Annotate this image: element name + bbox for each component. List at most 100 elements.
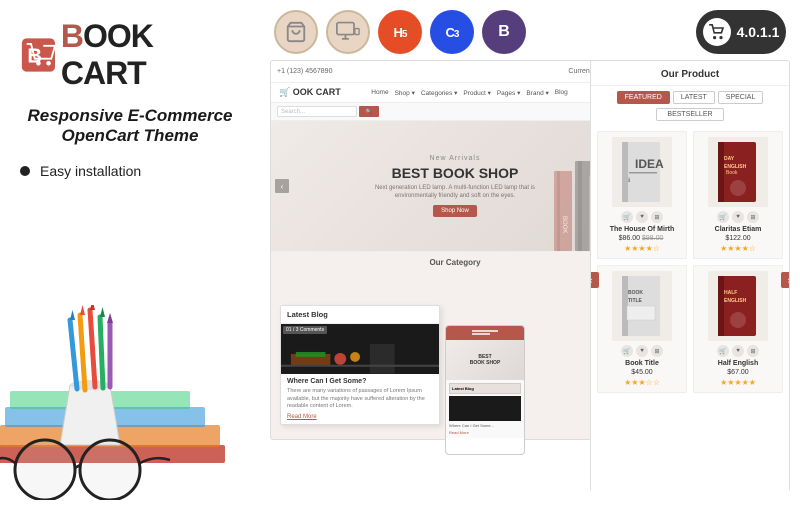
feature-list: Easy installation (20, 163, 240, 185)
tech-icons-row: H5 C3 B (274, 10, 526, 54)
feature-item: Easy installation (20, 163, 240, 179)
css3-tech-icon: C3 (430, 10, 474, 54)
tab-latest[interactable]: LATEST (673, 91, 715, 104)
mobile-blog-img (449, 396, 521, 421)
mobile-hero: BESTBOOK SHOP (446, 340, 524, 380)
mobile-topbar (446, 326, 524, 340)
compare-action-4[interactable]: ⊞ (747, 345, 759, 357)
cart-action-2[interactable]: 🛒 (717, 211, 729, 223)
products-next-arrow[interactable]: › (781, 272, 790, 288)
hero-prev-arrow[interactable]: ‹ (275, 179, 289, 193)
nav-logo: 🛒 OOK CART (279, 87, 341, 98)
svg-text:Book: Book (726, 170, 738, 176)
hero-subtitle: Next generation LED lamp. A multi-functi… (355, 184, 555, 201)
blog-excerpt: There are many variations of passages of… (287, 388, 433, 411)
tab-special[interactable]: SPECIAL (718, 91, 764, 104)
compare-action-2[interactable]: ⊞ (747, 211, 759, 223)
cart-action-3[interactable]: 🛒 (621, 345, 633, 357)
product-stars-4: ★★★★★ (720, 378, 756, 387)
mobile-content: Latest Blog Where Can I Get Some... Read… (446, 380, 524, 438)
search-box: Search... (277, 106, 357, 117)
decorative-image (0, 305, 245, 500)
bootstrap-tech-icon: B (482, 10, 526, 54)
responsive-tech-icon (326, 10, 370, 54)
svg-text:DAY: DAY (724, 156, 735, 162)
tab-featured[interactable]: FEATURED (617, 91, 670, 104)
product-stars-3: ★★★☆☆ (624, 378, 660, 387)
svg-text:TITLE: TITLE (628, 298, 643, 304)
version-cart-icon (703, 18, 731, 46)
product-panel: Our Product FEATURED LATEST SPECIAL BEST… (590, 60, 790, 490)
nav-links: Home Shop ▾ Categories ▾ Product ▾ Pages… (371, 89, 568, 97)
version-badge: 4.0.1.1 (696, 10, 786, 54)
product-price-3: $45.00 (631, 369, 652, 376)
hero-title: BEST BOOK SHOP (392, 165, 519, 181)
product-action-icons-3: 🛒 ♥ ⊞ (621, 345, 663, 357)
product-action-icons-2: 🛒 ♥ ⊞ (717, 211, 759, 223)
hero-section: ‹ New Arrivals BEST BOOK SHOP Next gener… (271, 121, 639, 251)
book-svg-4: HALF ENGLISH (713, 274, 763, 339)
products-prev-arrow[interactable]: ‹ (590, 272, 599, 288)
mobile-blog-excerpt: Where Can I Get Some... (449, 423, 521, 428)
product-stars-1: ★★★★☆ (624, 244, 660, 253)
product-card-3: BOOK TITLE 🛒 ♥ ⊞ Book Title $45 (597, 265, 687, 393)
blog-overlay: Latest Blog 01 (280, 305, 440, 425)
mockup-nav: 🛒 OOK CART Home Shop ▾ Categories ▾ Prod… (271, 83, 639, 103)
compare-action-3[interactable]: ⊞ (651, 345, 663, 357)
blog-counter: 01 / 3 Comments (283, 326, 327, 334)
mobile-hero-text: BESTBOOK SHOP (470, 354, 501, 366)
tab-bestseller[interactable]: BESTSELLER (656, 108, 723, 121)
svg-text:BOOK: BOOK (628, 290, 643, 296)
product-tabs: FEATURED LATEST SPECIAL (591, 86, 789, 104)
tagline: Responsive E-Commerce OpenCart Theme (20, 106, 240, 147)
mockup-topbar: +1 (123) 4567890 Currency - US Dollar (271, 61, 639, 83)
logo-text: BOOK CART (61, 18, 240, 92)
wishlist-action-2[interactable]: ♥ (732, 211, 744, 223)
left-panel: B BOOK CART Responsive E-Commerce OpenCa… (0, 0, 260, 500)
product-card-4: HALF ENGLISH 🛒 ♥ ⊞ Half English (693, 265, 783, 393)
search-button[interactable]: 🔍 (359, 106, 379, 117)
phone-number: +1 (123) 4567890 (277, 68, 332, 75)
html5-tech-icon: H5 (378, 10, 422, 54)
mobile-blog-title: Latest Blog (449, 383, 521, 394)
product-img-1: IDEA ℹ (612, 137, 672, 207)
cart-logo-icon: B (20, 36, 57, 74)
svg-text:BOOK: BOOK (561, 216, 567, 233)
product-panel-header: Our Product (591, 61, 789, 86)
hero-new-arrivals: New Arrivals (430, 155, 481, 162)
product-title-1: The House Of Mirth (610, 226, 675, 233)
cart-action[interactable]: 🛒 (621, 211, 633, 223)
product-action-icons-4: 🛒 ♥ ⊞ (717, 345, 759, 357)
book-svg-1: IDEA ℹ (617, 140, 667, 205)
compare-action[interactable]: ⊞ (651, 211, 663, 223)
product-title-4: Half English (718, 360, 758, 367)
product-img-3: BOOK TITLE (612, 271, 672, 341)
bullet-icon (20, 166, 30, 176)
right-panel: H5 C3 B (260, 0, 800, 500)
wishlist-action-4[interactable]: ♥ (732, 345, 744, 357)
blog-content: Where Can I Get Some? There are many var… (281, 374, 439, 424)
product-card-2: DAY ENGLISH Book 🛒 ♥ ⊞ Claritas Etiam (693, 131, 783, 259)
mobile-mockup: BESTBOOK SHOP Latest Blog Where Can I Ge… (445, 325, 525, 455)
main-container: B BOOK CART Responsive E-Commerce OpenCa… (0, 0, 800, 500)
cart-action-4[interactable]: 🛒 (717, 345, 729, 357)
blog-title: Where Can I Get Some? (287, 378, 433, 385)
product-title-3: Book Title (625, 360, 659, 367)
wishlist-action-3[interactable]: ♥ (636, 345, 648, 357)
read-more-link[interactable]: Read More (287, 414, 433, 420)
svg-text:HALF: HALF (724, 290, 737, 296)
demo-area: +1 (123) 4567890 Currency - US Dollar 🛒 … (270, 60, 790, 490)
wishlist-action[interactable]: ♥ (636, 211, 648, 223)
logo-area: B BOOK CART (20, 18, 240, 92)
svg-text:IDEA: IDEA (635, 157, 664, 171)
our-category-label: Our Category (271, 251, 639, 273)
product-img-2: DAY ENGLISH Book (708, 137, 768, 207)
products-grid: IDEA ℹ 🛒 ♥ ⊞ The House Of Mirth (591, 125, 789, 399)
product-title-2: Claritas Etiam (715, 226, 762, 233)
top-bar: H5 C3 B (260, 0, 800, 60)
product-price-2: $122.00 (725, 235, 750, 242)
product-stars-2: ★★★★☆ (720, 244, 756, 253)
cart-tech-icon (274, 10, 318, 54)
hero-shop-button[interactable]: Shop Now (433, 205, 477, 217)
product-price-1: $86.00 $98.00 (619, 235, 666, 242)
